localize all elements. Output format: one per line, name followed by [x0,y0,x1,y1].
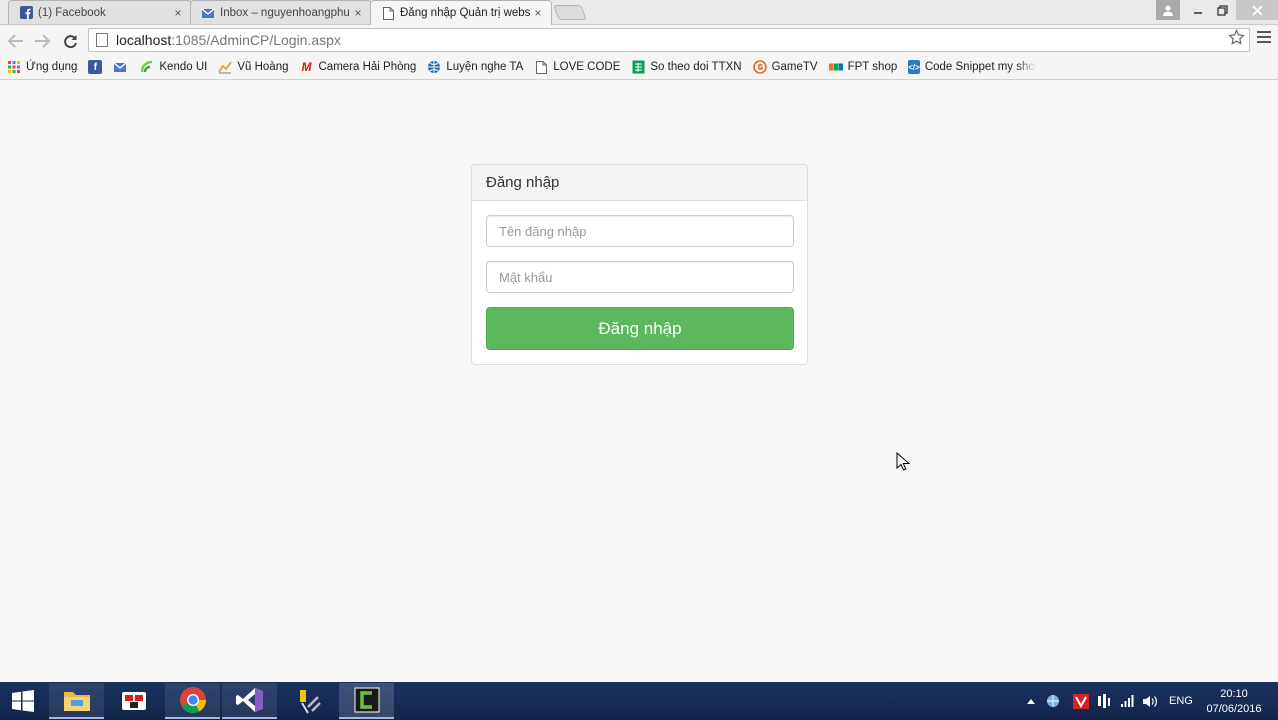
kendo-icon [140,60,154,74]
device-tray-icon[interactable] [1097,682,1111,720]
tab-close-icon[interactable]: × [171,6,185,20]
new-tab-button[interactable] [553,5,587,20]
windows-taskbar: ENG 20:10 07/06/2016 [0,682,1278,720]
network-globe-icon[interactable] [1046,682,1060,720]
bookmark-gametv[interactable]: GameTV [752,60,818,74]
page-icon [534,60,548,74]
fpt-icon [828,60,843,74]
username-input[interactable] [486,215,794,247]
tab-close-icon[interactable]: × [351,6,365,20]
camera-m-icon: M [301,60,312,74]
bookmark-so-theo-doi[interactable]: So theo doi TTXN [631,60,742,74]
bookmark-luyen-nghe[interactable]: Luyện nghe TA [427,60,523,74]
clock-date: 07/06/2016 [1206,703,1262,715]
minimize-icon[interactable] [1186,0,1210,20]
gametv-icon [752,60,767,74]
windows-start-icon[interactable] [0,683,46,719]
facebook-icon: f [88,60,103,74]
sheet-icon [631,60,645,74]
system-clock[interactable]: 20:10 07/06/2016 [1202,687,1266,717]
facebook-icon [19,6,33,20]
browser-toolbar: localhost :1085/AdminCP/Login.aspx [0,24,1278,55]
bookmark-camera[interactable]: M Camera Hải Phòng [300,60,417,74]
close-window-icon[interactable] [1236,0,1278,20]
bookmark-apps[interactable]: Ứng dụng [7,60,77,74]
tab-facebook[interactable]: (1) Facebook × [8,0,192,24]
page-icon [381,6,395,20]
volume-icon[interactable] [1142,682,1158,720]
bookmark-facebook[interactable]: f [88,60,107,74]
url-host: localhost [116,32,172,48]
signal-icon[interactable] [1120,682,1134,720]
user-profile-icon[interactable] [1156,0,1180,20]
bookmark-star-icon[interactable] [1228,29,1245,51]
bookmark-vu-hoang[interactable]: Vũ Hoàng [218,60,289,74]
camtasia-icon[interactable] [339,683,394,719]
tab-inbox[interactable]: Inbox – nguyenhoangphu × [190,0,372,24]
dev-tools-icon[interactable] [281,683,336,719]
visual-studio-icon[interactable] [222,683,277,719]
input-language-indicator[interactable]: ENG [1169,682,1193,720]
code-icon: </> [908,60,920,74]
bookmarks-bar: Ứng dụng f Kendo UI Vũ Hoàng M Camera Hả… [0,55,1278,80]
back-arrow-icon[interactable] [5,30,27,52]
tab-login-active[interactable]: Đăng nhập Quản trị website × [370,0,552,25]
vietkey-icon[interactable] [106,683,161,719]
forward-arrow-icon[interactable] [31,30,53,52]
chrome-menu-icon[interactable] [1257,31,1271,43]
bookmark-kendo[interactable]: Kendo UI [140,60,207,74]
vietkey-tray-icon[interactable] [1073,682,1089,720]
login-button[interactable]: Đăng nhập [486,307,794,350]
mail-icon [201,6,215,20]
chrome-icon[interactable] [165,683,220,719]
reload-icon[interactable] [59,30,81,52]
url-path: :1085/AdminCP/Login.aspx [171,32,341,48]
bookmark-fpt-shop[interactable]: FPT shop [828,60,897,74]
password-input[interactable] [486,261,794,293]
bookmark-code-snippet[interactable]: </> Code Snippet my shop [908,60,1036,74]
globe-icon [427,60,441,74]
mouse-cursor-icon [896,451,911,472]
show-hidden-icons-icon[interactable] [1026,682,1036,720]
bookmark-love-code[interactable]: LOVE CODE [534,60,620,74]
page-icon [96,33,108,47]
tab-close-icon[interactable]: × [531,6,545,20]
tab-strip: (1) Facebook × Inbox – nguyenhoangphu × … [0,0,1278,25]
address-bar[interactable]: localhost :1085/AdminCP/Login.aspx [88,28,1250,52]
login-panel: Đăng nhập Đăng nhập [471,164,808,365]
file-explorer-icon[interactable] [49,683,104,719]
restore-icon[interactable] [1210,0,1234,20]
mail-icon [113,60,127,74]
clock-time: 20:10 [1220,688,1248,700]
apps-grid-icon [7,60,21,74]
chart-icon [218,60,233,74]
bookmark-mail[interactable] [113,60,132,74]
login-panel-heading: Đăng nhập [472,165,807,201]
